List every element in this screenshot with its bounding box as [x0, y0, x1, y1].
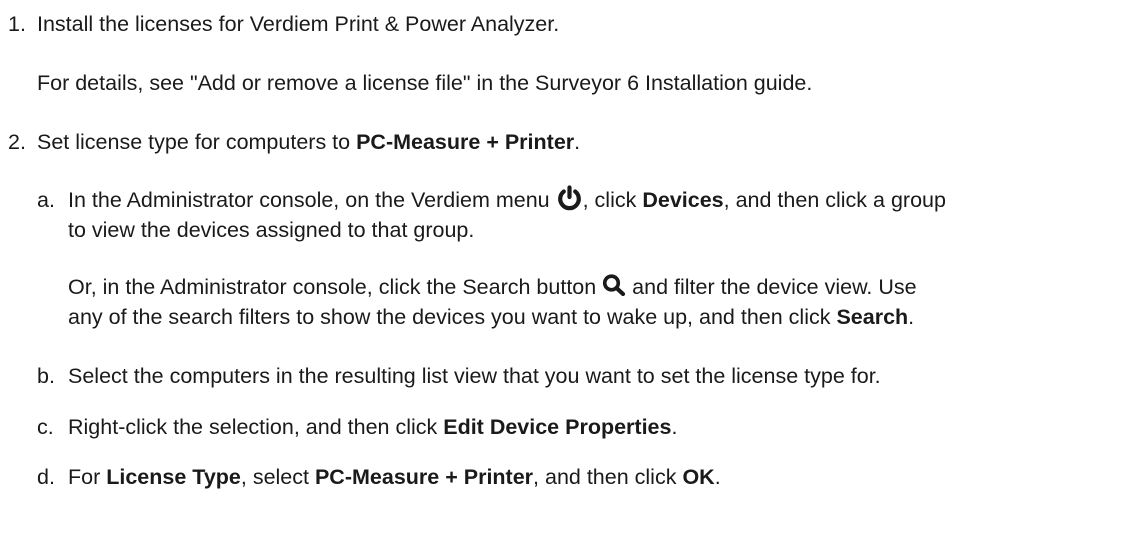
substep-b-text: Select the computers in the resulting li… [68, 364, 881, 388]
substep-d-text: For License Type, select PC-Measure + Pr… [68, 465, 721, 489]
step-1-number: 1. [8, 12, 26, 36]
substep-c-letter: c. [37, 415, 54, 439]
step-2-text: Set license type for computers to PC-Mea… [37, 130, 581, 154]
substep-c-text: Right-click the selection, and then clic… [68, 415, 678, 439]
substep-d-letter: d. [37, 465, 55, 489]
substep-a-alt-line1: Or, in the Administrator console, click … [68, 274, 917, 299]
substep-a-alt-line2: any of the search filters to show the de… [68, 305, 915, 329]
substep-b-letter: b. [37, 364, 55, 388]
substep-a-line2: to view the devices assigned to that gro… [68, 218, 475, 242]
step-2-number: 2. [8, 130, 26, 154]
step-1-text: Install the licenses for Verdiem Print &… [37, 12, 560, 36]
step-2-bold: PC-Measure + Printer [356, 130, 575, 154]
power-icon [556, 185, 583, 211]
step-1-note: For details, see "Add or remove a licens… [37, 71, 813, 95]
substep-a-line1: In the Administrator console, on the Ver… [68, 185, 946, 215]
substep-a-letter: a. [37, 188, 55, 212]
search-icon [602, 274, 626, 296]
